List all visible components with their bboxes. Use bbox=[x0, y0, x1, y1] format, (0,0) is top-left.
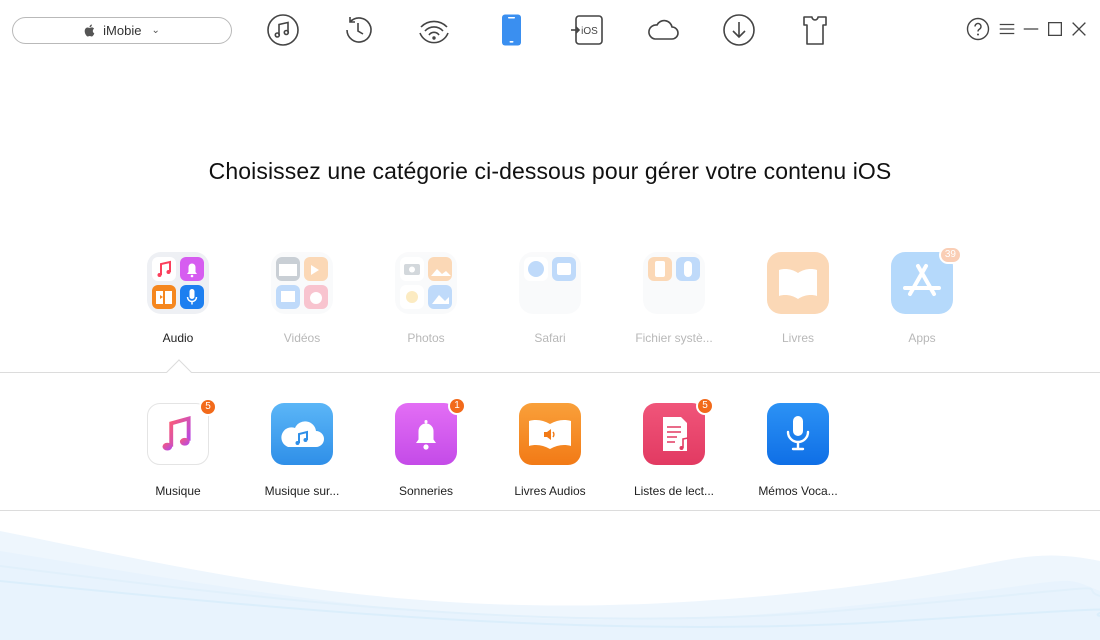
download-button[interactable] bbox=[721, 12, 757, 48]
hamburger-menu-icon bbox=[999, 23, 1015, 35]
icloud-button[interactable] bbox=[645, 12, 681, 48]
microphone-icon bbox=[767, 403, 829, 465]
subitem-label: Sonneries bbox=[398, 484, 454, 498]
subitem-label: Listes de lect... bbox=[633, 484, 715, 498]
maximize-button[interactable] bbox=[1044, 18, 1066, 40]
toolkit-button[interactable] bbox=[797, 12, 833, 48]
safari-category-icon bbox=[519, 252, 581, 314]
category-label: Livres bbox=[781, 331, 814, 345]
file-system-category-icon bbox=[643, 252, 705, 314]
help-icon bbox=[966, 17, 990, 41]
help-button[interactable] bbox=[966, 17, 990, 41]
category-divider bbox=[186, 372, 1100, 373]
category-label: Vidéos bbox=[283, 331, 321, 345]
subitem-voice-memos[interactable]: Mémos Voca... bbox=[738, 403, 858, 498]
category-safari[interactable]: Safari bbox=[495, 252, 605, 345]
category-apps[interactable]: 39 Apps bbox=[867, 246, 977, 345]
photos-category-icon bbox=[395, 252, 457, 314]
download-icon bbox=[723, 14, 755, 46]
cloud-music-icon bbox=[271, 403, 333, 465]
device-selector[interactable]: iMobie ⌄ bbox=[12, 17, 232, 44]
cloud-icon bbox=[648, 19, 679, 40]
subitem-music-on-device[interactable]: Musique sur... bbox=[242, 403, 362, 498]
videos-category-icon bbox=[271, 252, 333, 314]
ringtones-count-badge: 1 bbox=[448, 397, 466, 415]
category-photos[interactable]: Photos bbox=[371, 252, 481, 345]
category-videos[interactable]: Vidéos bbox=[247, 252, 357, 345]
subitem-label: Musique bbox=[155, 484, 201, 498]
category-label: Apps bbox=[908, 331, 936, 345]
subitem-ringtones[interactable]: 1 Sonneries bbox=[366, 397, 486, 498]
menu-button[interactable] bbox=[996, 18, 1018, 40]
minimize-button[interactable] bbox=[1020, 18, 1042, 40]
ios-transfer-icon: iOS bbox=[571, 15, 603, 45]
tshirt-icon bbox=[803, 16, 827, 45]
svg-text:iOS: iOS bbox=[581, 26, 598, 37]
apple-icon bbox=[84, 24, 95, 37]
apps-count-badge: 39 bbox=[938, 246, 962, 264]
category-label: Photos bbox=[407, 331, 445, 345]
maximize-icon bbox=[1048, 22, 1062, 36]
audiobook-icon bbox=[519, 403, 581, 465]
bell-icon: 1 bbox=[395, 397, 466, 465]
history-icon bbox=[346, 17, 372, 43]
category-books[interactable]: Livres bbox=[743, 252, 853, 345]
chevron-down-icon: ⌄ bbox=[151, 25, 160, 36]
playlist-icon: 5 bbox=[643, 397, 714, 465]
category-label: Audio bbox=[162, 331, 194, 345]
toolbar: iMobie ⌄ iOS bbox=[0, 0, 1100, 62]
history-button[interactable] bbox=[340, 12, 376, 48]
ios-mover-button[interactable]: iOS bbox=[569, 12, 605, 48]
page-title: Choisissez une catégorie ci-dessous pour… bbox=[208, 158, 892, 184]
close-button[interactable] bbox=[1068, 18, 1090, 40]
category-audio[interactable]: Audio bbox=[123, 252, 233, 345]
music-icon: 5 bbox=[147, 398, 217, 465]
subitem-playlists[interactable]: 5 Listes de lect... bbox=[614, 397, 734, 498]
subitem-label: Mémos Voca... bbox=[758, 484, 838, 498]
device-manager-button[interactable] bbox=[493, 12, 529, 48]
music-manager-button[interactable] bbox=[265, 12, 301, 48]
category-file-system[interactable]: Fichier systè... bbox=[619, 252, 729, 345]
decorative-waves bbox=[0, 531, 1100, 640]
app-store-category-icon: 39 bbox=[891, 246, 962, 314]
subitem-audiobooks[interactable]: Livres Audios bbox=[490, 403, 610, 498]
active-category-pointer bbox=[166, 359, 192, 385]
subitem-label: Musique sur... bbox=[264, 484, 340, 498]
subitem-music[interactable]: 5 Musique bbox=[118, 398, 238, 498]
playlists-count-badge: 5 bbox=[696, 397, 714, 415]
category-label: Fichier systè... bbox=[635, 331, 713, 345]
category-divider bbox=[0, 372, 172, 373]
wifi-button[interactable] bbox=[416, 12, 452, 48]
music-note-icon bbox=[267, 14, 299, 46]
category-label: Safari bbox=[534, 331, 566, 345]
books-category-icon bbox=[767, 252, 829, 314]
phone-icon bbox=[502, 14, 521, 46]
close-icon bbox=[1072, 22, 1086, 36]
wifi-icon bbox=[419, 20, 449, 44]
minimize-icon bbox=[1023, 28, 1039, 30]
subitem-label: Livres Audios bbox=[514, 484, 586, 498]
device-name: iMobie bbox=[103, 23, 142, 38]
music-count-badge: 5 bbox=[199, 398, 217, 416]
audio-category-icon bbox=[147, 252, 209, 314]
